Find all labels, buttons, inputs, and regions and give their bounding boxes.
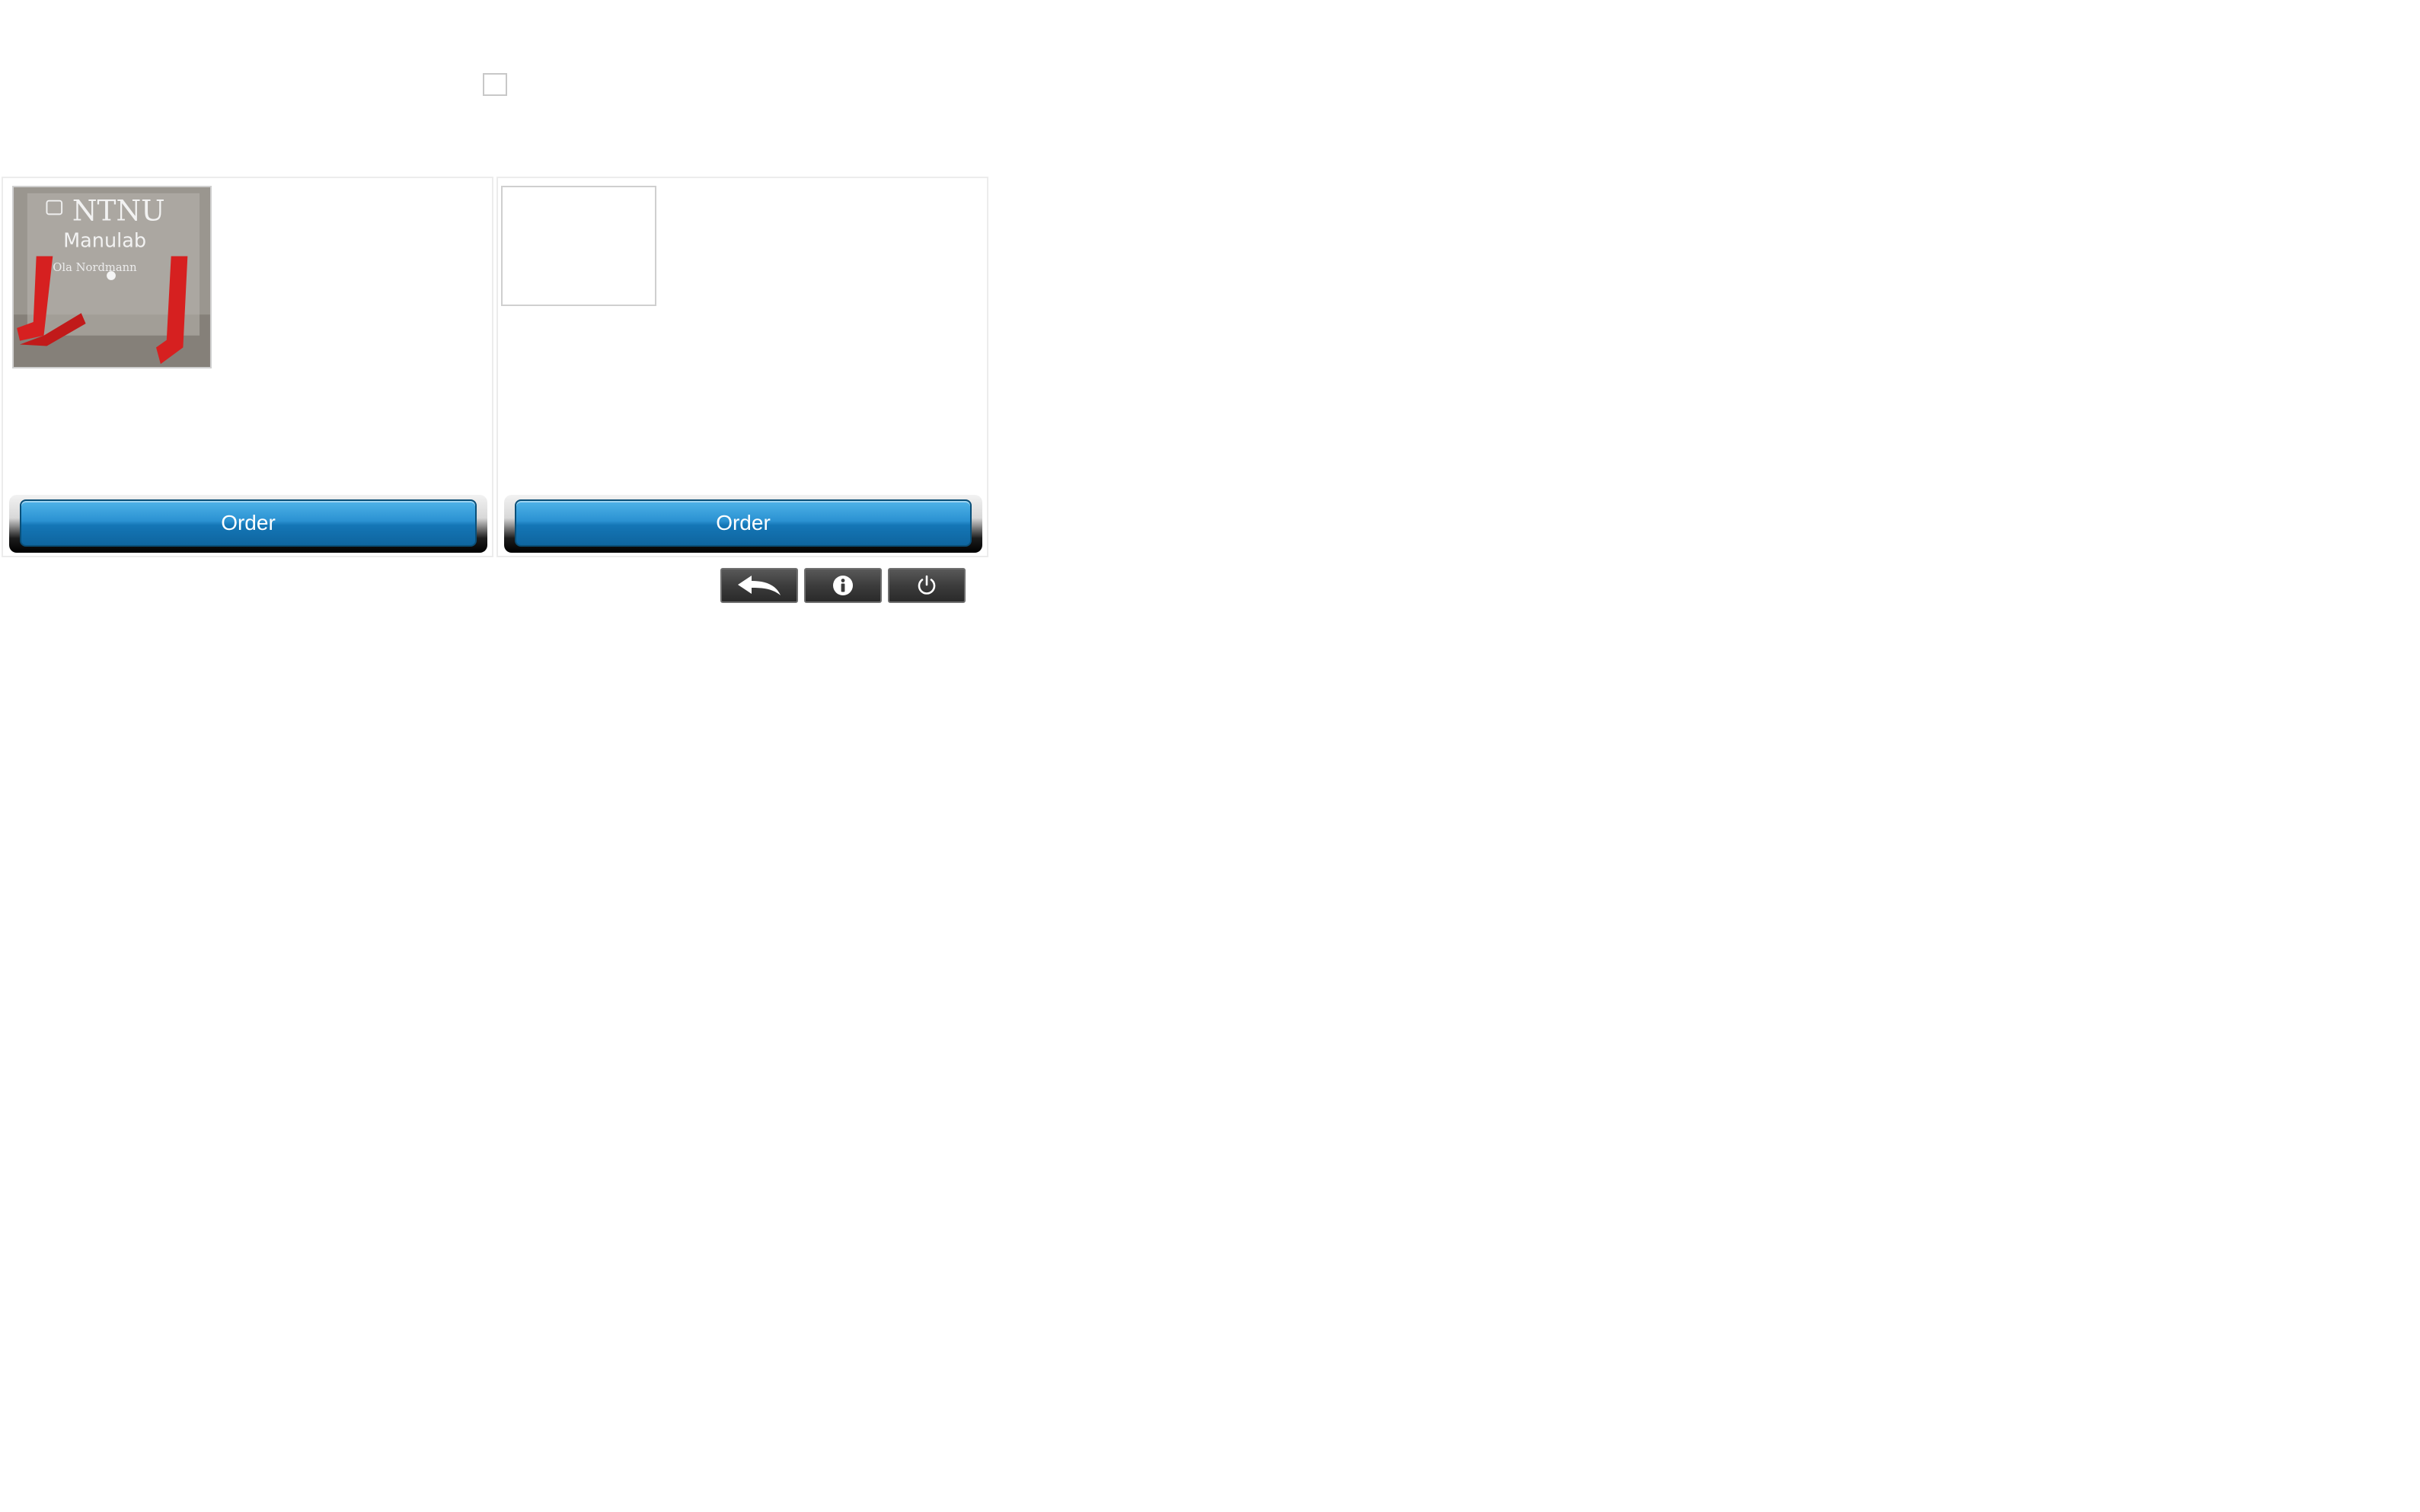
order-button-frame: Order [504, 495, 982, 553]
svg-text:Manulab: Manulab [63, 230, 146, 253]
power-button[interactable] [888, 568, 966, 603]
select-checkbox[interactable] [483, 73, 507, 96]
product-card: Order [496, 177, 988, 557]
info-icon [833, 576, 853, 595]
info-button[interactable] [804, 568, 882, 603]
order-button[interactable]: Order [20, 499, 477, 547]
back-arrow-icon [738, 576, 781, 595]
svg-text:NTNU: NTNU [72, 193, 165, 227]
product-photo-placeholder[interactable] [501, 186, 656, 306]
product-photo[interactable]: NTNU Manulab Ola Nordmann [12, 186, 212, 368]
back-button[interactable] [720, 568, 798, 603]
svg-text:Ola Nordmann: Ola Nordmann [53, 261, 137, 274]
page: NTNU Manulab Ola Nordmann Order Order [0, 0, 2420, 1512]
order-button[interactable]: Order [515, 499, 972, 547]
product-card: NTNU Manulab Ola Nordmann Order [2, 177, 493, 557]
power-icon [918, 575, 936, 595]
order-button-frame: Order [9, 495, 487, 553]
